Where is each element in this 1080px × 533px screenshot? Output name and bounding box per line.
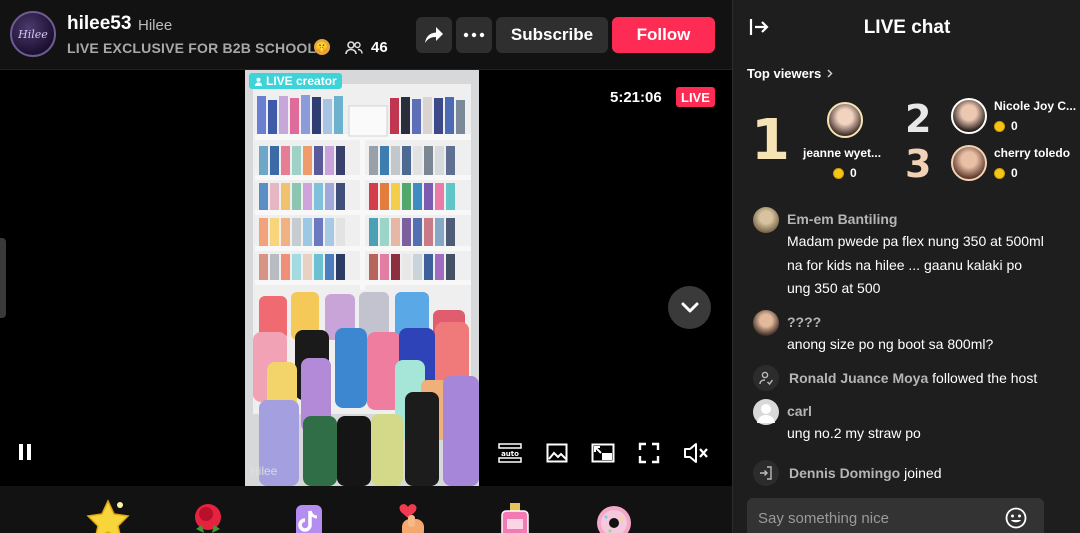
chat-user-avatar[interactable]: [753, 207, 779, 233]
svg-text:auto: auto: [501, 450, 519, 458]
rank-3: 3: [905, 142, 932, 186]
coin-icon: [833, 167, 844, 179]
picture-button[interactable]: [544, 440, 570, 466]
top-viewer-avatar[interactable]: [951, 98, 987, 134]
auto-quality-icon: auto: [498, 443, 522, 463]
subscribe-button[interactable]: Subscribe: [496, 17, 608, 53]
join-event: Dennis Domingo joined: [753, 460, 942, 486]
video-watermark: Hilee: [250, 464, 278, 478]
chevron-right-icon: [827, 69, 833, 78]
stream-header: Hilee hilee53 Hilee LIVE EXCLUSIVE FOR B…: [0, 0, 732, 70]
chat-title: LIVE chat: [863, 17, 951, 38]
elapsed-time: 5:21:06: [610, 89, 662, 106]
event-action: joined: [904, 465, 942, 481]
live-title: LIVE EXCLUSIVE FOR B2B SCHOOL: [67, 40, 317, 56]
chat-message-text: ung no.2 my straw po: [787, 425, 921, 441]
follow-event: Ronald Juance Moya followed the host: [753, 365, 1037, 391]
top-viewer-coins: 0: [994, 166, 1018, 180]
join-icon: [753, 460, 779, 486]
more-icon: [463, 32, 485, 38]
donut-icon: [597, 506, 631, 533]
chat-input[interactable]: [747, 498, 997, 533]
share-icon: [425, 27, 443, 43]
pause-icon: [19, 444, 31, 460]
host-name[interactable]: hilee53: [67, 13, 131, 35]
coin-icon: [994, 120, 1005, 132]
live-creator-label: LIVE creator: [266, 74, 337, 88]
coin-icon: [994, 167, 1005, 179]
finger-heart-gift[interactable]: [390, 499, 434, 533]
fullscreen-icon: [638, 442, 660, 464]
next-stream-button[interactable]: [668, 286, 711, 329]
live-creator-badge: LIVE creator: [249, 73, 342, 89]
video-feed[interactable]: LIVE creator Hilee: [245, 70, 479, 486]
pip-button[interactable]: [590, 440, 616, 466]
donut-gift[interactable]: [592, 499, 636, 533]
host-avatar[interactable]: Hilee: [10, 11, 56, 57]
top-viewer-avatar[interactable]: [827, 102, 863, 138]
top-viewer-avatar[interactable]: [951, 145, 987, 181]
mute-button[interactable]: [683, 440, 709, 466]
top-viewer-name[interactable]: cherry toledo: [994, 146, 1070, 160]
event-username[interactable]: Dennis Domingo: [789, 465, 900, 481]
host-nickname: Hilee: [138, 17, 173, 34]
people-icon: [345, 40, 363, 54]
event-username[interactable]: Ronald Juance Moya: [789, 370, 928, 386]
video-player[interactable]: LIVE creator Hilee 5:21:06 LIVE auto: [0, 70, 732, 486]
mute-icon: [684, 443, 708, 463]
top-viewers-label: Top viewers: [747, 66, 822, 81]
chat-user-avatar[interactable]: [753, 399, 779, 425]
host-avatar-logo: Hilee: [18, 27, 48, 41]
perfume-icon: [501, 503, 529, 533]
event-action: followed the host: [932, 370, 1038, 386]
share-button[interactable]: [416, 17, 452, 53]
top-viewers-link[interactable]: Top viewers: [747, 66, 833, 81]
finger-heart-icon: [399, 504, 424, 533]
live-stream-page: Hilee hilee53 Hilee LIVE EXCLUSIVE FOR B…: [0, 0, 1080, 533]
chat-user-avatar[interactable]: [753, 310, 779, 336]
user-follow-icon: [753, 365, 779, 391]
picture-icon: [546, 443, 568, 463]
star-gift-icon: [86, 499, 130, 533]
live-badge: LIVE: [676, 87, 715, 107]
top-viewer-name[interactable]: jeanne wyet...: [803, 146, 881, 160]
star-gift[interactable]: [86, 499, 130, 533]
follow-button[interactable]: Follow: [612, 17, 715, 53]
gift-bar: [0, 486, 732, 533]
live-chat-panel: LIVE chat Top viewers 1 jeanne wyet... 0…: [732, 0, 1080, 533]
chevron-down-icon: [681, 302, 698, 312]
rose-gift[interactable]: [186, 499, 230, 533]
emoji-icon: 🤫: [314, 39, 330, 55]
auto-quality-button[interactable]: auto: [497, 440, 523, 466]
pip-icon: [591, 443, 615, 463]
chat-message-text: Madam pwede pa flex nung 350 at 500ml na…: [787, 233, 1044, 296]
emoji-icon[interactable]: [1005, 507, 1027, 529]
viewer-count-value: 46: [371, 39, 388, 56]
coin-count: 0: [1011, 119, 1018, 133]
tiktok-gift[interactable]: [286, 499, 330, 533]
video-frame-image: [245, 70, 479, 486]
default-avatar-icon: [757, 404, 775, 423]
top-viewer-name[interactable]: Nicole Joy C...: [994, 99, 1076, 113]
pause-button[interactable]: [14, 441, 36, 463]
side-panel-handle[interactable]: [0, 238, 6, 318]
tiktok-icon: [296, 505, 322, 533]
fullscreen-button[interactable]: [636, 440, 662, 466]
rank-2: 2: [905, 97, 932, 141]
more-button[interactable]: [456, 17, 492, 53]
coin-count: 0: [850, 166, 857, 180]
viewer-count[interactable]: 46: [345, 39, 388, 56]
chat-username[interactable]: carl: [787, 403, 812, 419]
perfume-gift[interactable]: [492, 499, 536, 533]
rose-icon: [195, 504, 221, 533]
top-viewer-coins: 0: [833, 166, 857, 180]
rank-1: 1: [751, 108, 790, 173]
chat-message-text: anong size po ng boot sa 800ml?: [787, 336, 994, 352]
chat-username[interactable]: Em-em Bantiling: [787, 211, 897, 227]
coin-count: 0: [1011, 166, 1018, 180]
person-icon: [254, 77, 263, 86]
chat-username[interactable]: ????: [787, 314, 821, 330]
top-viewer-coins: 0: [994, 119, 1018, 133]
chat-input-box[interactable]: [747, 498, 1044, 533]
